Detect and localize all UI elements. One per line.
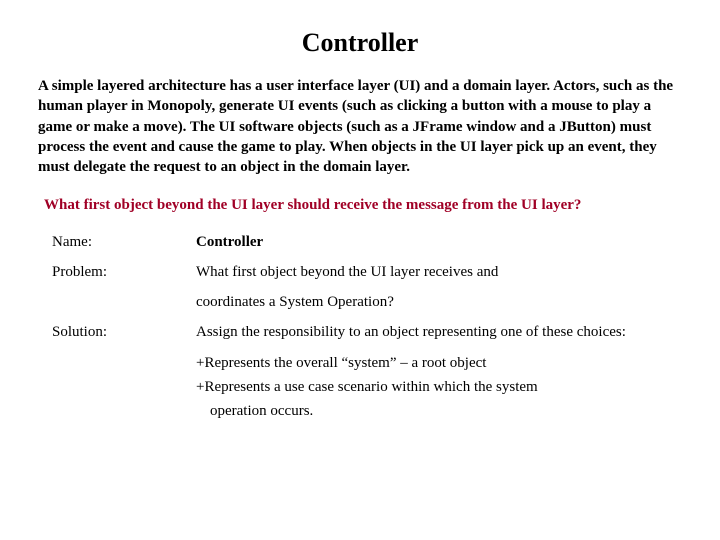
value-problem: What first object beyond the UI layer re…	[196, 262, 682, 282]
choice-system-root: +Represents the overall “system” – a roo…	[196, 353, 682, 373]
intro-paragraph: A simple layered architecture has a user…	[38, 76, 682, 177]
row-solution: Solution: Assign the responsibility to a…	[52, 322, 682, 342]
value-name: Controller	[196, 232, 682, 252]
solution-choices: +Represents the overall “system” – a roo…	[196, 353, 682, 422]
slide-title: Controller	[38, 28, 682, 58]
row-problem: Problem: What first object beyond the UI…	[52, 262, 682, 282]
label-problem-empty	[52, 292, 196, 312]
row-name: Name: Controller	[52, 232, 682, 252]
choice-use-case-line1: +Represents a use case scenario within w…	[196, 377, 682, 397]
definition-list: Name: Controller Problem: What first obj…	[52, 232, 682, 422]
value-problem-cont: coordinates a System Operation?	[196, 292, 682, 312]
slide: Controller A simple layered architecture…	[0, 0, 720, 540]
label-solution: Solution:	[52, 322, 196, 342]
label-name: Name:	[52, 232, 196, 252]
guiding-question: What first object beyond the UI layer sh…	[44, 195, 682, 215]
value-solution: Assign the responsibility to an object r…	[196, 322, 682, 342]
row-problem-cont: coordinates a System Operation?	[52, 292, 682, 312]
value-name-text: Controller	[196, 234, 263, 250]
choice-use-case-line2: operation occurs.	[196, 401, 682, 421]
label-problem: Problem:	[52, 262, 196, 282]
